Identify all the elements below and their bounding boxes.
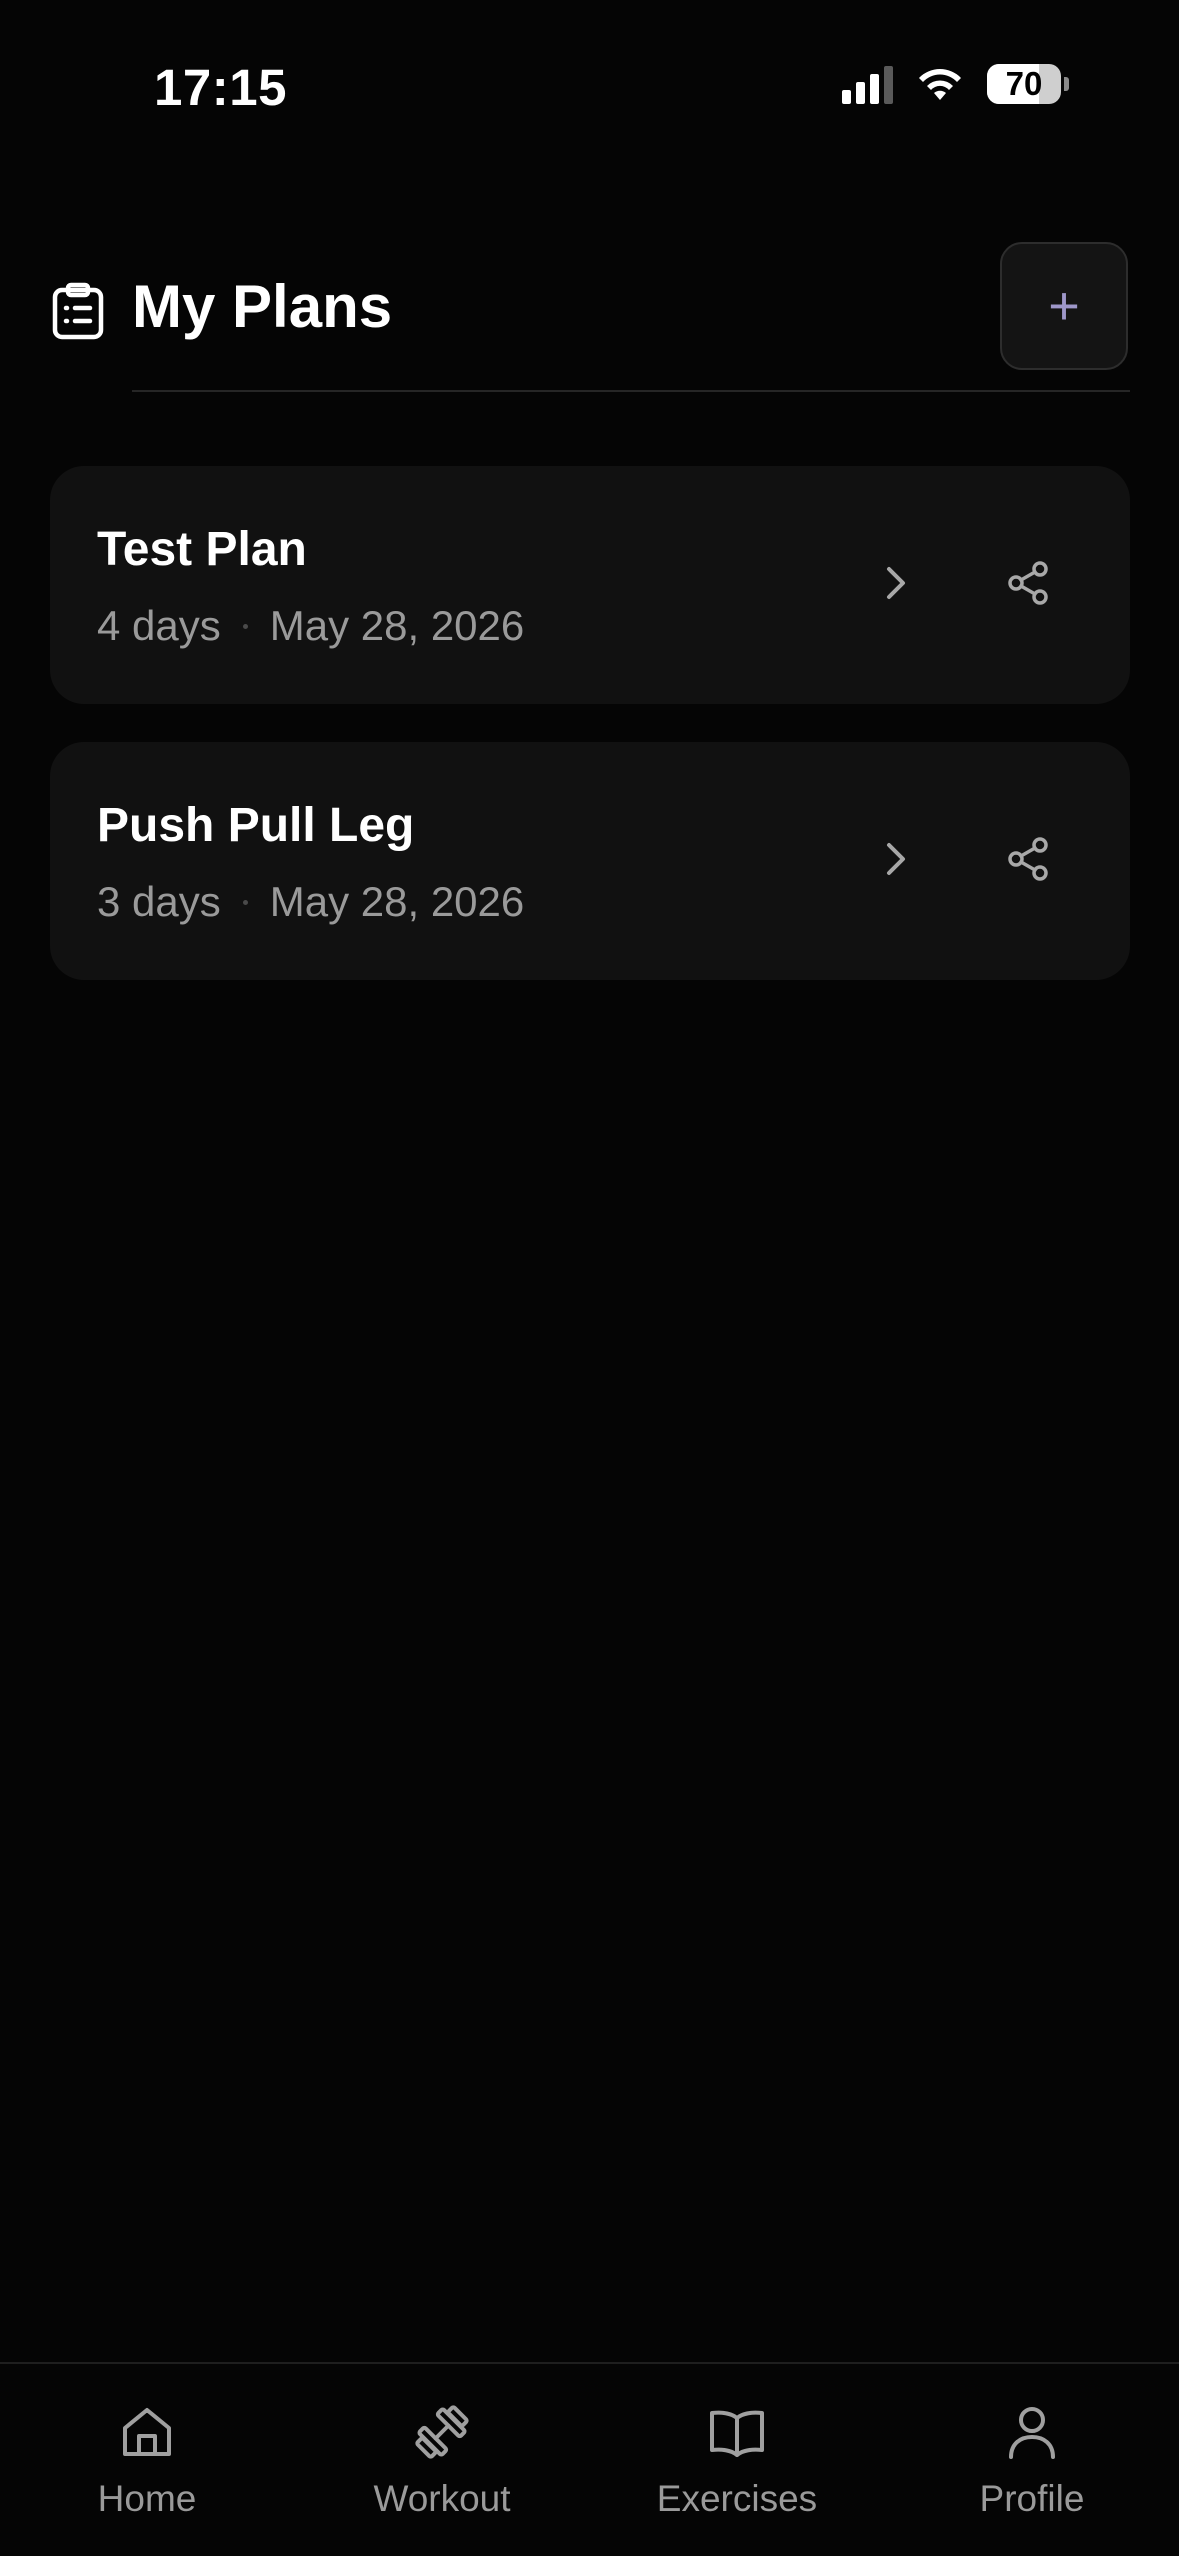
nav-item-workout[interactable]: Workout [322,2402,562,2520]
nav-item-profile[interactable]: Profile [912,2402,1152,2520]
nav-label: Home [97,2478,197,2519]
share-plan-button[interactable] [994,824,1064,894]
nav-label: Profile [979,2478,1085,2519]
clipboard-list-icon [52,282,104,340]
user-icon [1009,2407,1055,2459]
plan-list: Test Plan 4 days May 28, 2026 Push Pull … [50,466,1130,1018]
page-title: My Plans [132,273,393,340]
plan-days: 3 days [97,878,221,925]
cellular-signal-icon [842,64,893,104]
nav-item-exercises[interactable]: Exercises [617,2402,857,2520]
wifi-icon [919,69,961,100]
bottom-nav: Home Workout Exercises Profile [0,2362,1179,2556]
plan-name: Test Plan [97,523,307,576]
battery-level: 70 [1005,65,1043,102]
plus-icon: + [1048,276,1080,336]
share-icon [1008,561,1048,605]
plan-date: May 28, 2026 [269,602,525,649]
plan-card[interactable]: Test Plan 4 days May 28, 2026 [50,466,1130,704]
status-bar: 17:15 70 [0,0,1179,160]
plan-date: May 28, 2026 [269,878,525,925]
plan-meta: 4 days May 28, 2026 [97,602,524,650]
separator-dot [242,623,248,629]
open-plan-button[interactable] [860,824,930,894]
book-open-icon [710,2410,764,2457]
plan-card[interactable]: Push Pull Leg 3 days May 28, 2026 [50,742,1130,980]
open-plan-button[interactable] [860,548,930,618]
nav-label: Exercises [656,2478,818,2519]
share-icon [1008,837,1048,881]
plan-name: Push Pull Leg [97,799,415,852]
battery-icon: 70 [987,64,1061,104]
dumbbell-icon [415,2405,469,2459]
status-time: 17:15 [154,59,287,116]
chevron-right-icon [887,567,905,599]
status-icons: 70 [842,64,1069,104]
separator-dot [242,899,248,905]
add-plan-button[interactable]: + [1000,242,1128,370]
header-divider [132,390,1130,392]
home-icon [123,2408,171,2456]
nav-label: Workout [373,2478,511,2519]
chevron-right-icon [887,843,905,875]
nav-item-home[interactable]: Home [27,2402,267,2520]
plan-meta: 3 days May 28, 2026 [97,878,524,926]
page-header: My Plans + [0,236,1179,396]
plan-days: 4 days [97,602,221,649]
share-plan-button[interactable] [994,548,1064,618]
